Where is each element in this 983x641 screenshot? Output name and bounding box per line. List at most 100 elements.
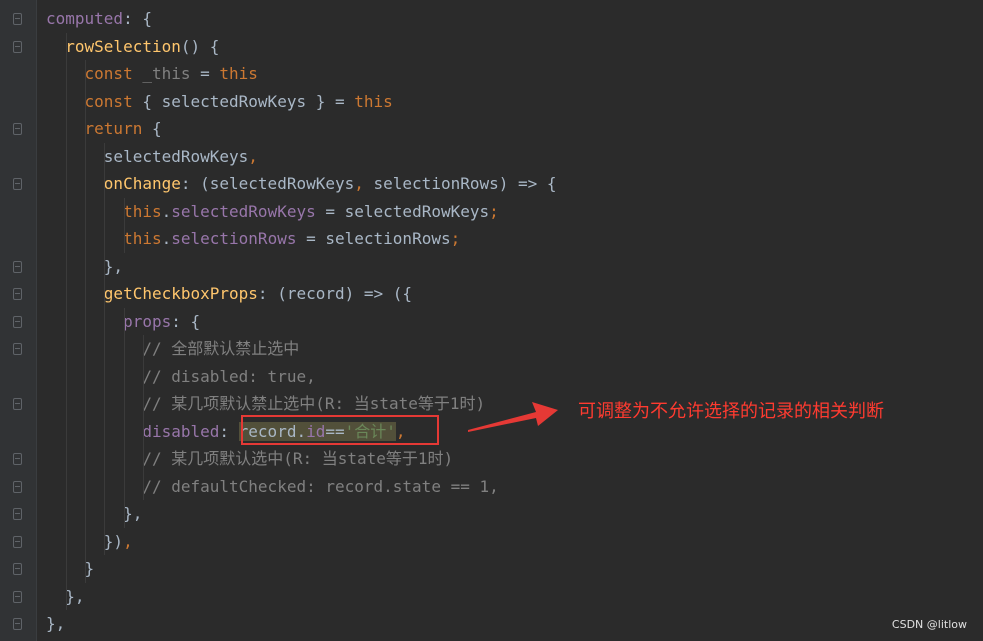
indent-guide <box>85 197 87 225</box>
code-line[interactable]: const _this = this <box>46 60 983 88</box>
code-line[interactable]: }), <box>46 527 983 555</box>
code-line[interactable]: this.selectionRows = selectionRows; <box>46 225 983 253</box>
code-line[interactable]: getCheckboxProps: (record) => ({ <box>46 280 983 308</box>
indent-guide <box>123 307 125 335</box>
indent-guide <box>85 115 87 143</box>
code-token: : (record) => ({ <box>257 284 413 303</box>
indent-guide <box>123 500 125 528</box>
code-line[interactable]: computed: { <box>46 5 983 33</box>
arrow-icon <box>468 402 558 432</box>
highlight-box <box>241 415 439 445</box>
fold-open-icon[interactable] <box>13 178 22 190</box>
indent-guide <box>66 390 67 418</box>
indent-guide <box>66 197 67 225</box>
indent-guide <box>85 307 87 335</box>
indent-guide <box>66 115 67 143</box>
code-token: // 某几项默认禁止选中(R: 当state等于1时) <box>142 394 486 413</box>
code-token: }, <box>46 614 66 633</box>
fold-open-icon[interactable] <box>13 315 22 328</box>
fold-close-icon[interactable] <box>13 508 22 520</box>
code-token: computed <box>46 9 124 28</box>
code-line[interactable]: const { selectedRowKeys } = this <box>46 87 983 115</box>
indent-guide <box>66 500 67 528</box>
code-line[interactable]: // defaultChecked: record.state == 1, <box>46 472 983 500</box>
indent-guide <box>104 500 106 528</box>
indent-guide <box>104 335 106 363</box>
indent-guide <box>66 362 67 390</box>
indent-guide <box>142 390 144 418</box>
code-line[interactable]: }, <box>46 252 983 280</box>
code-line[interactable]: // 全部默认禁止选中 <box>46 335 983 363</box>
fold-close-icon[interactable] <box>13 590 22 603</box>
fold-open-icon[interactable] <box>13 40 22 53</box>
code-token: rowSelection <box>65 36 181 56</box>
code-editor[interactable]: computed: { rowSelection() { const _this… <box>0 0 983 641</box>
code-area[interactable]: computed: { rowSelection() { const _this… <box>46 5 983 638</box>
code-token: onChange <box>103 174 181 193</box>
code-line[interactable]: }, <box>46 610 983 638</box>
code-line[interactable]: // 某几项默认选中(R: 当state等于1时) <box>46 445 983 473</box>
indent-guide <box>66 142 67 170</box>
indent-guide <box>104 307 106 335</box>
indent-guide <box>66 32 67 60</box>
indent-guide <box>104 362 106 390</box>
fold-close-icon[interactable] <box>13 480 22 493</box>
indent-guide <box>66 472 67 500</box>
indent-guide <box>123 417 125 445</box>
indent-guide <box>66 225 67 253</box>
fold-close-icon[interactable] <box>13 563 22 575</box>
fold-close-icon[interactable] <box>13 535 22 548</box>
code-line[interactable]: this.selectedRowKeys = selectedRowKeys; <box>46 197 983 225</box>
code-line[interactable]: }, <box>46 500 983 528</box>
indent-guide <box>85 362 87 390</box>
fold-close-icon[interactable] <box>13 618 22 630</box>
fold-open-icon[interactable] <box>13 343 22 355</box>
fold-open-icon[interactable] <box>13 13 22 25</box>
code-token: } <box>46 559 95 578</box>
code-token: { <box>151 119 162 138</box>
fold-open-icon[interactable] <box>13 288 22 300</box>
code-token: = <box>190 64 220 83</box>
code-token: . <box>161 201 172 221</box>
fold-open-icon[interactable] <box>13 453 22 465</box>
annotation-text: 可调整为不允许选择的记录的相关判断 <box>578 401 884 422</box>
code-token: const <box>84 91 143 111</box>
indent-guide <box>123 225 125 253</box>
indent-guide <box>85 500 87 528</box>
indent-guide <box>85 335 87 363</box>
indent-guide <box>66 417 67 445</box>
indent-guide <box>85 390 87 418</box>
code-line[interactable]: }, <box>46 582 983 610</box>
code-token: disabled <box>142 421 220 441</box>
code-token: selectionRows) => { <box>373 174 557 193</box>
code-token: props <box>123 311 172 331</box>
indent-guide <box>104 142 106 170</box>
code-token: // defaultChecked: record.state == 1, <box>142 476 499 496</box>
indent-guide <box>123 335 125 363</box>
indent-guide <box>66 527 67 555</box>
code-line[interactable]: selectedRowKeys, <box>46 142 983 170</box>
fold-close-icon[interactable] <box>13 398 22 410</box>
indent-guide <box>142 362 144 390</box>
code-line[interactable]: onChange: (selectedRowKeys, selectionRow… <box>46 170 983 198</box>
fold-open-icon[interactable] <box>13 123 22 135</box>
indent-guide <box>66 582 67 610</box>
code-line[interactable]: // disabled: true, <box>46 362 983 390</box>
code-token: selectedRowKeys <box>171 201 316 221</box>
fold-close-icon[interactable] <box>13 260 22 273</box>
indent-guide <box>66 87 67 115</box>
code-line[interactable]: return { <box>46 115 983 143</box>
code-token: getCheckboxProps <box>103 284 258 303</box>
code-line[interactable]: } <box>46 555 983 583</box>
code-line[interactable]: props: { <box>46 307 983 335</box>
indent-guide <box>85 170 87 198</box>
indent-guide <box>85 60 87 88</box>
indent-guide <box>66 445 67 473</box>
indent-guide <box>104 170 106 198</box>
code-line[interactable]: rowSelection() { <box>46 32 983 60</box>
